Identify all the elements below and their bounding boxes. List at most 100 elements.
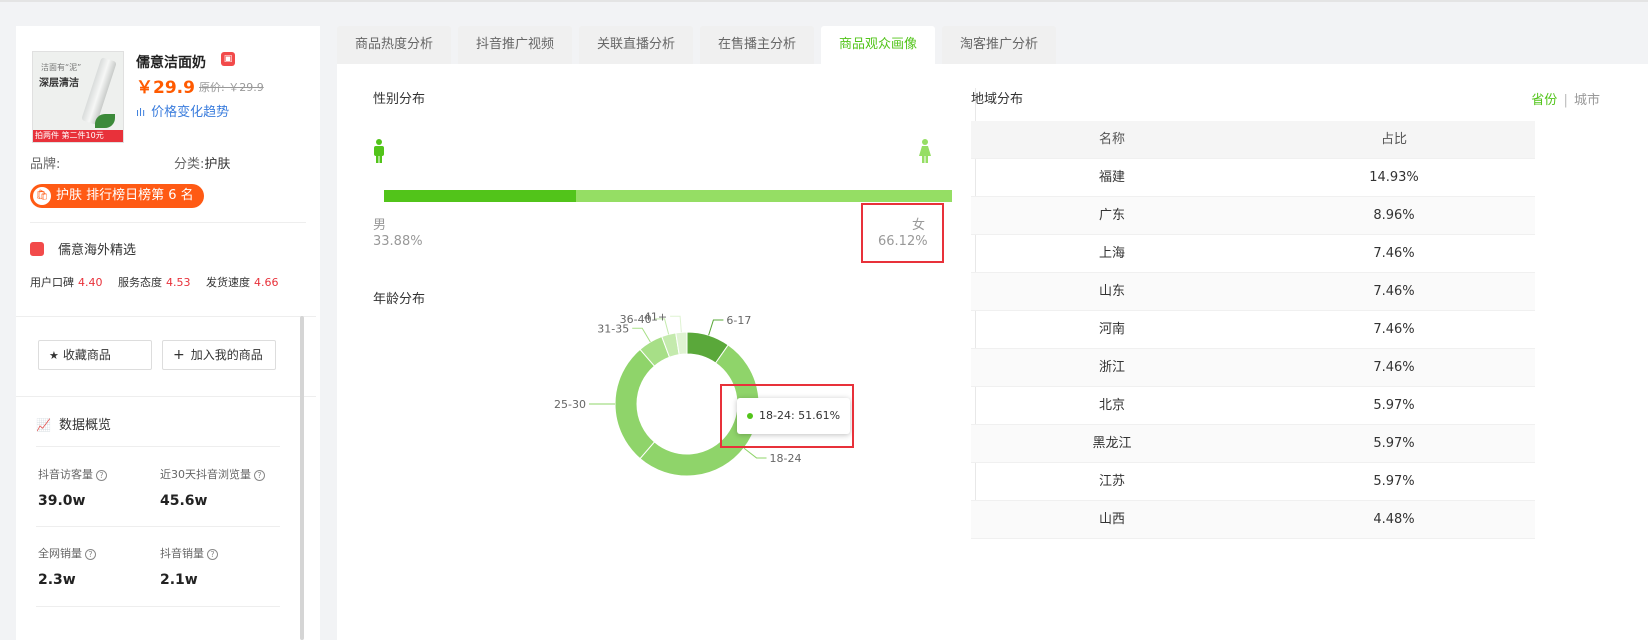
plus-icon: + [173,347,185,363]
region-share: 4.48% [1373,512,1415,527]
score-value: 4.53 [166,276,191,289]
help-icon[interactable]: ? [85,549,96,560]
metric-value: 45.6w [160,493,208,509]
bar-chart-icon: ılı [136,106,146,119]
overview-title: 📈 数据概览 [36,414,111,433]
favorite-label: 收藏商品 [62,348,111,362]
metric-value: 39.0w [38,493,86,509]
line-chart-icon: 📈 [36,418,51,432]
metric-label-text: 抖音销量 [160,547,204,560]
region-name: 黑龙江 [1092,436,1132,451]
metric-label: 全网销量? [38,545,96,561]
shop-name[interactable]: 儒意海外精选 [30,239,136,258]
left-panel-scrollbar[interactable] [300,316,304,640]
help-icon[interactable]: ? [254,470,265,481]
region-toggle: 省份 | 城市 [1531,89,1600,108]
age-title: 年龄分布 [373,292,426,307]
region-name: 浙江 [1098,360,1125,375]
audience-profile-panel: 性别分布 男 33.88% 女 66.12% 年龄分布 6-17 18-24 25-… [337,64,1648,640]
help-icon[interactable]: ? [207,549,218,560]
tab-streamer-analysis[interactable]: 在售播主分析 [700,26,814,64]
table-row[interactable]: 福建 14.93% [971,159,1535,197]
tab-live-analysis[interactable]: 关联直播分析 [579,26,693,64]
male-ratio-fill[interactable] [384,190,577,202]
column-name: 名称 [1098,132,1125,147]
rank-badge[interactable]: 🛍 护肤 排行榜日榜第 6 名 [30,184,204,208]
divider [16,316,316,317]
slice-leader-line [632,327,651,343]
region-name: 山东 [1098,284,1125,299]
store-icon [30,242,44,256]
brand-field: 品牌: [30,153,60,172]
slice-label: 18-24 [770,452,802,465]
shopping-bag-icon: 🛍 [33,187,51,205]
tab-douyin-videos[interactable]: 抖音推广视频 [458,26,572,64]
female-icon [919,139,931,163]
tab-audience-profile[interactable]: 商品观众画像 [821,26,935,64]
divider [36,526,280,527]
help-icon[interactable]: ? [96,470,107,481]
table-row[interactable]: 河南 7.46% [971,311,1535,349]
region-share: 7.46% [1373,246,1415,261]
metric-value: 2.3w [38,572,76,588]
product-image-promo: 拍两件 第二件10元 [33,130,123,142]
slice-leader-line [708,319,724,336]
region-share: 7.46% [1373,284,1415,299]
table-row[interactable]: 江苏 5.97% [971,463,1535,501]
table-row[interactable]: 山东 7.46% [971,273,1535,311]
divider [30,222,306,223]
original-price: 原价: ￥29.9 [199,81,264,94]
table-row[interactable]: 浙江 7.46% [971,349,1535,387]
toggle-city[interactable]: 城市 [1574,93,1600,108]
table-row[interactable]: 北京 5.97% [971,387,1535,425]
table-row[interactable]: 上海 7.46% [971,235,1535,273]
metric-value: 2.1w [160,572,198,588]
divider [36,446,280,447]
toggle-province[interactable]: 省份 [1531,93,1557,108]
slice-label: 25-30 [554,398,586,411]
metric-label: 近30天抖音浏览量? [160,466,265,482]
table-row[interactable]: 山西 4.48% [971,501,1535,539]
gender-ratio-bar[interactable] [384,190,952,202]
tab-heat-analysis[interactable]: 商品热度分析 [337,26,451,64]
score-label: 用户口碑 [30,276,74,289]
metric-label: 抖音访客量? [38,466,107,482]
region-share: 14.93% [1369,170,1419,185]
region-share: 5.97% [1373,436,1415,451]
favorite-button[interactable]: ★ 收藏商品 [38,340,152,370]
category-value: 护肤 [204,157,231,172]
gender-title: 性别分布 [373,92,426,107]
region-name: 上海 [1098,246,1125,261]
star-icon: ★ [49,349,59,362]
male-percentage: 33.88% [373,234,423,249]
add-to-my-products-button[interactable]: + 加入我的商品 [162,340,276,370]
region-name: 山西 [1098,512,1125,527]
divider [36,606,280,607]
metric-label: 抖音销量? [160,545,218,561]
rank-text: 护肤 排行榜日榜第 6 名 [56,188,194,203]
brand-label: 品牌: [30,157,61,172]
price-trend-link[interactable]: ılı 价格变化趋势 [136,101,229,120]
table-row[interactable]: 黑龙江 5.97% [971,425,1535,463]
region-share: 5.97% [1373,398,1415,413]
product-name[interactable]: 儒意洁面奶 [136,52,206,72]
shop-bag-icon: ▣ [221,52,235,66]
add-mine-label: 加入我的商品 [190,348,263,362]
highlight-box-female [861,203,944,263]
region-table: 名称 占比 福建 14.93% 广东 8.96% 上海 7.46% 山东 7.46% 河南 7.4… [971,121,1535,539]
shop-name-text: 儒意海外精选 [58,243,137,258]
product-image[interactable]: 洁面有“泥” 深层清洁 拍两件 第二件10元 [32,51,124,143]
product-price: ￥29.9 [136,78,195,98]
age-slice-25-30[interactable] [614,348,656,460]
category-field: 分类:护肤 [174,153,230,172]
product-image-caption: 洁面有“泥” [41,63,82,72]
shop-scores: 用户口碑 4.40 服务态度 4.53 发货速度 4.66 [30,274,291,290]
score-label: 发货速度 [206,276,250,289]
tab-taoke-promotion[interactable]: 淘客推广分析 [942,26,1056,64]
region-name: 江苏 [1098,474,1125,489]
metric-label-text: 全网销量 [38,547,82,560]
toggle-separator: | [1563,93,1568,108]
region-name: 河南 [1098,322,1125,337]
overview-title-text: 数据概览 [58,418,111,433]
table-row[interactable]: 广东 8.96% [971,197,1535,235]
